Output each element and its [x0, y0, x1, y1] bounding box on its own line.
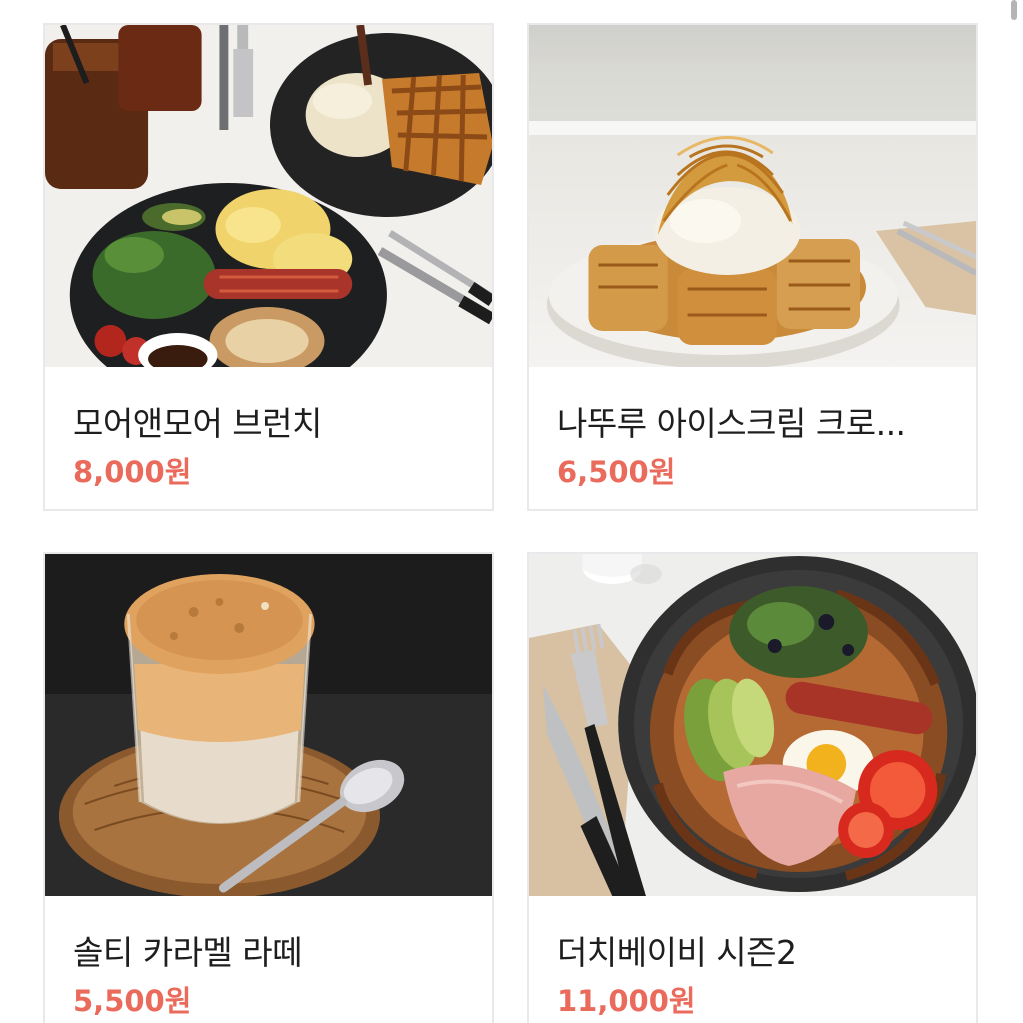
product-title: 나뚜루 아이스크림 크로...	[557, 404, 906, 443]
product-card-brunch[interactable]: 모어앤모어 브런치 8,000원	[43, 23, 494, 511]
product-title: 솔티 카라멜 라떼	[73, 933, 303, 972]
product-price: 6,500원	[557, 455, 676, 489]
dutch-baby-photo	[529, 554, 976, 896]
icecream-croffle-photo	[529, 25, 976, 367]
product-price: 11,000원	[557, 984, 696, 1018]
brunch-plate-photo	[45, 25, 492, 367]
product-card-caramel-latte[interactable]: 솔티 카라멜 라떼 5,500원	[43, 552, 494, 1023]
scroll-indicator[interactable]	[1011, 0, 1017, 20]
salty-caramel-latte-photo	[45, 554, 492, 896]
product-card-icecream-croffle[interactable]: 나뚜루 아이스크림 크로... 6,500원	[527, 23, 978, 511]
product-price: 8,000원	[73, 455, 192, 489]
product-title: 모어앤모어 브런치	[73, 404, 322, 443]
product-price: 5,500원	[73, 984, 192, 1018]
product-card-dutch-baby[interactable]: 더치베이비 시즌2 11,000원	[527, 552, 978, 1023]
product-title: 더치베이비 시즌2	[557, 933, 797, 972]
